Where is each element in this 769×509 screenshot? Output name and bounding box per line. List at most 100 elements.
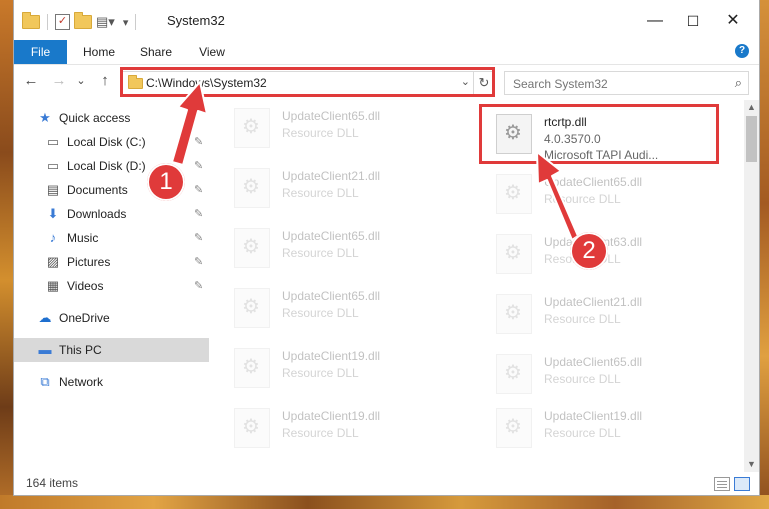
pin-icon: ✎ xyxy=(194,208,204,220)
step-2-badge: 2 xyxy=(570,232,608,270)
search-input[interactable] xyxy=(511,75,715,93)
scroll-up-icon[interactable]: ▲ xyxy=(744,100,759,115)
address-bar-highlight xyxy=(120,67,495,97)
status-bar: 164 items xyxy=(14,472,759,495)
music-icon: ♪ xyxy=(49,230,57,245)
gear-icon: ⚙ xyxy=(504,182,522,204)
sidebar-item-label: OneDrive xyxy=(59,311,110,325)
file-name: UpdateClient19.dll xyxy=(282,409,381,423)
file-item[interactable]: ⚙ UpdateClient19.dll Resource DLL xyxy=(222,400,454,456)
computer-icon: ▬ xyxy=(38,342,52,357)
sidebar-item-videos[interactable]: ▦ Videos ✎ xyxy=(14,274,209,298)
scroll-down-icon[interactable]: ▼ xyxy=(744,457,759,472)
network-icon: ⧉ xyxy=(40,374,50,389)
vertical-scrollbar[interactable]: ▲ ▼ xyxy=(744,100,759,472)
customize-toolbar-icon[interactable]: ▤▾ xyxy=(96,14,115,30)
sidebar-item-label: This PC xyxy=(59,343,102,357)
pin-icon: ✎ xyxy=(194,280,204,292)
tab-home[interactable]: Home xyxy=(76,40,122,64)
search-box[interactable]: ⌕ xyxy=(504,71,749,95)
download-icon: ⬇ xyxy=(47,206,59,221)
tab-share[interactable]: Share xyxy=(134,40,178,64)
sidebar-item-label: Music xyxy=(67,231,99,245)
details-view-icon[interactable] xyxy=(714,477,730,491)
desktop-background-left xyxy=(0,0,14,509)
sidebar-item-label: Pictures xyxy=(67,255,111,269)
file-name: UpdateClient65.dll xyxy=(544,175,643,189)
properties-icon[interactable]: ✓ xyxy=(55,14,70,30)
search-icon[interactable]: ⌕ xyxy=(735,75,742,91)
recent-locations-button[interactable]: ⌄ xyxy=(72,72,90,90)
ribbon-tabs: File Home Share View ? xyxy=(14,40,759,64)
back-button[interactable]: ← xyxy=(22,72,40,90)
maximize-button[interactable]: ☐ xyxy=(674,8,712,34)
file-item[interactable]: ⚙ UpdateClient65.dll Resource DLL xyxy=(484,346,716,402)
gear-icon: ⚙ xyxy=(504,302,522,324)
toolbar-separator xyxy=(47,14,48,30)
file-item[interactable]: ⚙ UpdateClient19.dll Resource DLL xyxy=(222,340,454,396)
tab-file[interactable]: File xyxy=(14,40,67,64)
item-count: 164 items xyxy=(26,476,79,490)
file-type: Resource DLL xyxy=(544,192,621,206)
sidebar-item-quick-access[interactable]: ★ Quick access xyxy=(14,106,209,130)
documents-icon: ▤ xyxy=(46,182,60,197)
gear-icon: ⚙ xyxy=(242,176,260,198)
file-type: Resource DLL xyxy=(544,426,621,440)
sidebar-item-music[interactable]: ♪ Music ✎ xyxy=(14,226,209,250)
pictures-icon: ▨ xyxy=(46,254,60,269)
help-icon[interactable]: ? xyxy=(735,44,749,58)
file-item[interactable]: ⚙ UpdateClient65.dll Resource DLL xyxy=(222,280,454,336)
file-type: Resource DLL xyxy=(282,306,359,320)
desktop-background-bottom xyxy=(0,495,769,509)
window-title: System32 xyxy=(167,13,225,28)
tab-view[interactable]: View xyxy=(192,40,232,64)
pin-icon: ✎ xyxy=(194,160,204,172)
sidebar-item-this-pc[interactable]: ▬ This PC xyxy=(14,338,209,362)
sidebar-item-label: Local Disk (C:) xyxy=(67,135,146,149)
file-type: Resource DLL xyxy=(282,246,359,260)
close-button[interactable]: ✕ xyxy=(714,8,752,34)
gear-icon: ⚙ xyxy=(242,116,260,138)
sidebar-item-onedrive[interactable]: ☁ OneDrive xyxy=(14,306,209,330)
new-folder-icon[interactable] xyxy=(74,12,92,29)
large-icons-view-icon[interactable] xyxy=(734,477,750,491)
cloud-icon: ☁ xyxy=(38,310,52,325)
scroll-thumb[interactable] xyxy=(746,116,757,162)
sidebar-item-local-disk-c[interactable]: ▭ Local Disk (C:) ✎ xyxy=(14,130,209,154)
up-button[interactable]: ↑ xyxy=(96,72,114,90)
videos-icon: ▦ xyxy=(46,278,60,293)
title-bar: ✓ ▤▾ ▾ System32 — ☐ ✕ xyxy=(14,0,759,40)
sidebar-item-downloads[interactable]: ⬇ Downloads ✎ xyxy=(14,202,209,226)
file-name: UpdateClient19.dll xyxy=(282,349,381,363)
sidebar-item-label: Videos xyxy=(67,279,104,293)
file-name: UpdateClient65.dll xyxy=(544,355,643,369)
file-name: UpdateClient65.dll xyxy=(282,229,381,243)
gear-icon: ⚙ xyxy=(504,242,522,264)
step-1-badge: 1 xyxy=(147,163,185,201)
file-type: Resource DLL xyxy=(544,312,621,326)
desktop-background-right xyxy=(759,0,769,509)
pin-icon: ✎ xyxy=(194,184,204,196)
toolbar-dropdown-icon[interactable]: ▾ xyxy=(123,16,129,29)
quick-access-toolbar: ✓ ▤▾ ▾ xyxy=(22,12,139,30)
file-name: UpdateClient19.dll xyxy=(544,409,643,423)
pin-icon: ✎ xyxy=(194,136,204,148)
pin-icon: ✎ xyxy=(194,232,204,244)
sidebar-item-network[interactable]: ⧉ Network xyxy=(14,370,209,394)
file-item[interactable]: ⚙ UpdateClient21.dll Resource DLL xyxy=(222,160,454,216)
sidebar-item-pictures[interactable]: ▨ Pictures ✎ xyxy=(14,250,209,274)
gear-icon: ⚙ xyxy=(242,416,260,438)
file-item[interactable]: ⚙ UpdateClient65.dll Resource DLL xyxy=(222,220,454,276)
file-item[interactable]: ⚙ UpdateClient65.dll Resource DLL xyxy=(484,166,716,222)
file-item[interactable]: ⚙ UpdateClient21.dll Resource DLL xyxy=(484,286,716,342)
gear-icon: ⚙ xyxy=(242,356,260,378)
sidebar-item-label: Network xyxy=(59,375,104,389)
file-highlight xyxy=(479,104,719,164)
file-name: UpdateClient21.dll xyxy=(544,295,643,309)
file-item[interactable]: ⚙ UpdateClient65.dll Resource DLL xyxy=(222,100,454,156)
minimize-button[interactable]: — xyxy=(636,8,674,34)
file-name: UpdateClient65.dll xyxy=(282,109,381,123)
forward-button[interactable]: → xyxy=(50,72,68,90)
file-item[interactable]: ⚙ UpdateClient19.dll Resource DLL xyxy=(484,400,716,456)
navigation-pane: ★ Quick access ▭ Local Disk (C:) ✎ ▭ Loc… xyxy=(14,100,209,460)
